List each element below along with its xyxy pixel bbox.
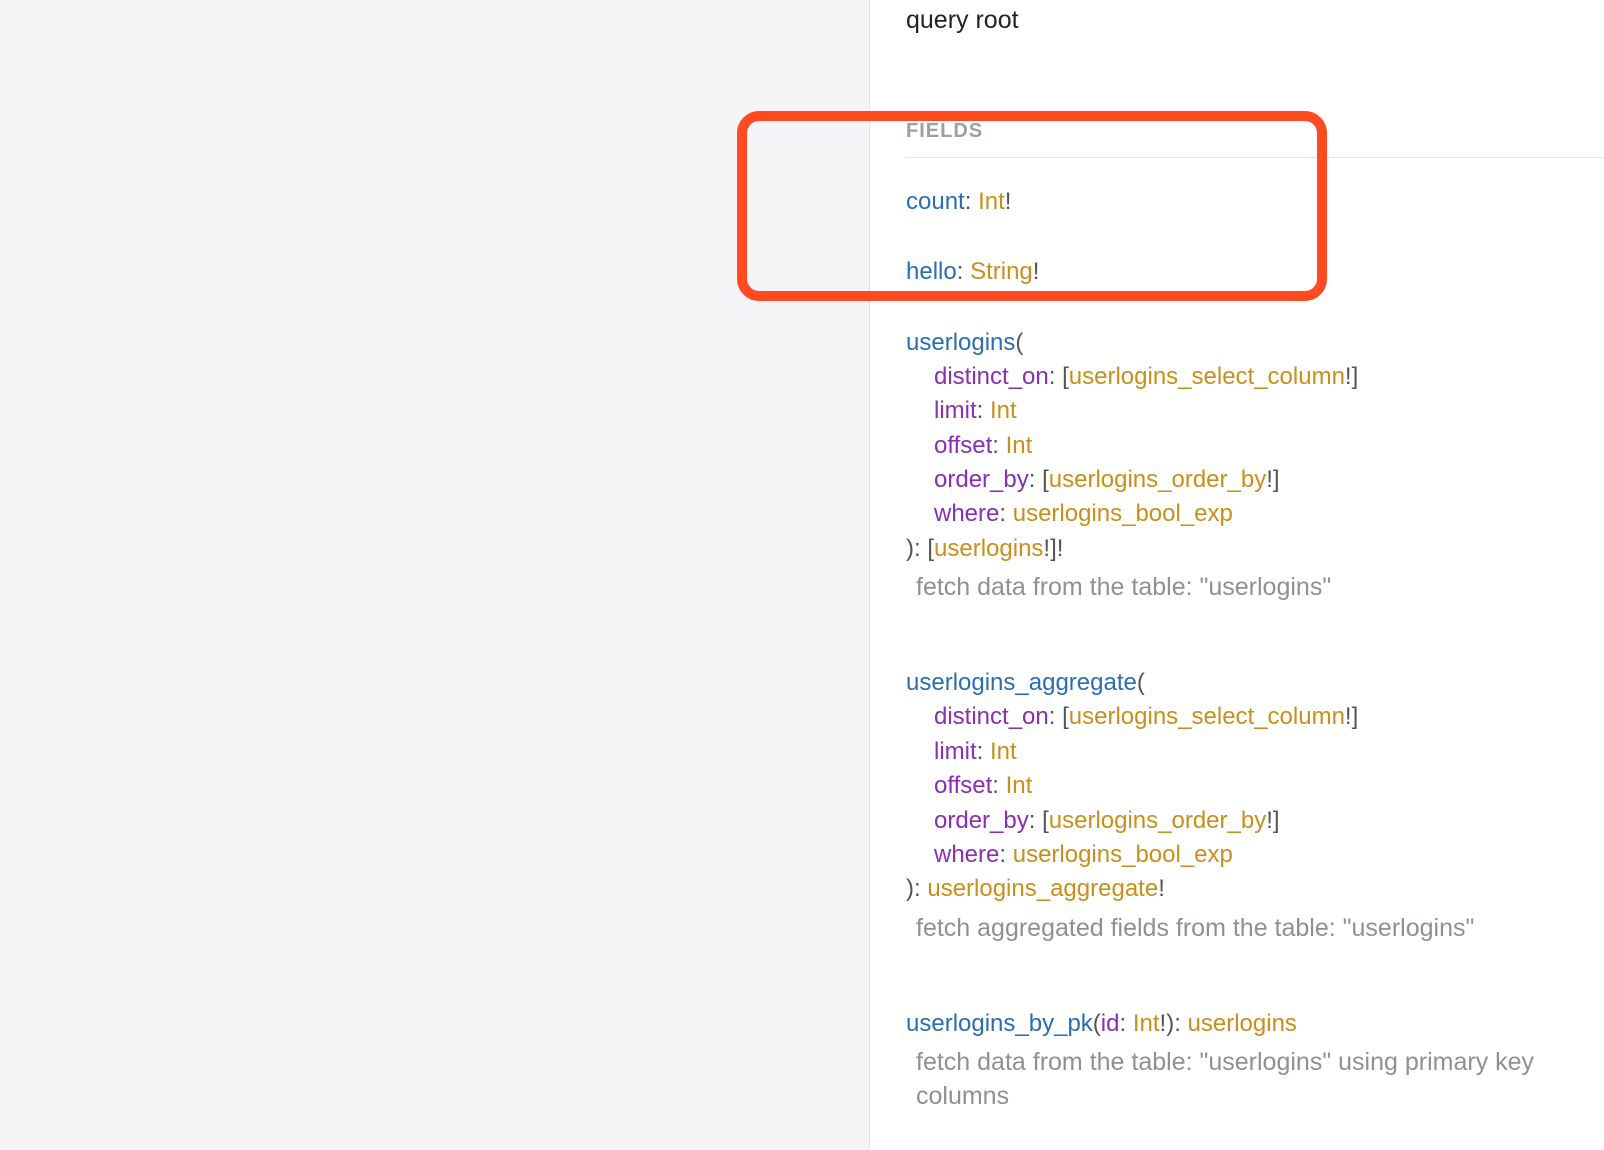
non-null-bang: ! xyxy=(1266,807,1273,834)
colon: : xyxy=(1049,363,1062,390)
close-bracket: ] xyxy=(1352,703,1359,730)
close-bracket: ] xyxy=(1050,535,1057,562)
field-name[interactable]: hello xyxy=(906,258,957,285)
colon: : xyxy=(1174,1010,1187,1037)
type-link[interactable]: userlogins xyxy=(1188,1010,1297,1037)
type-link[interactable]: Int xyxy=(1006,772,1033,799)
non-null-bang: ! xyxy=(1345,363,1352,390)
colon: : xyxy=(999,841,1012,868)
colon: : xyxy=(977,738,990,765)
field-description: fetch data from the table: "userlogins" xyxy=(906,567,1536,605)
arg-name[interactable]: id xyxy=(1101,1010,1120,1037)
type-link[interactable]: userlogins_bool_exp xyxy=(1013,500,1233,527)
field-name[interactable]: userlogins_aggregate xyxy=(906,669,1137,696)
type-description: query root xyxy=(906,0,1604,48)
close-paren: ) xyxy=(1166,1010,1174,1037)
field-userlogins-aggregate: userlogins_aggregate( distinct_on: [user… xyxy=(906,667,1604,945)
open-bracket: [ xyxy=(1062,363,1069,390)
type-link-int[interactable]: Int xyxy=(978,188,1005,215)
arg-name[interactable]: order_by xyxy=(934,807,1029,834)
open-bracket: [ xyxy=(927,535,934,562)
type-link[interactable]: userlogins_bool_exp xyxy=(1013,841,1233,868)
non-null-bang: ! xyxy=(1345,703,1352,730)
docs-pane[interactable]: query root FIELDS count: Int! hello: Str… xyxy=(870,0,1604,1150)
type-link[interactable]: Int xyxy=(1133,1010,1160,1037)
field-name[interactable]: userlogins_by_pk xyxy=(906,1010,1093,1037)
type-link[interactable]: userlogins_select_column xyxy=(1069,363,1345,390)
colon: : xyxy=(1049,703,1062,730)
non-null-bang: ! xyxy=(1158,875,1165,902)
colon: : xyxy=(977,397,990,424)
type-link[interactable]: Int xyxy=(990,397,1017,424)
arg-name[interactable]: offset xyxy=(934,432,992,459)
colon: : xyxy=(1119,1010,1132,1037)
open-bracket: [ xyxy=(1062,703,1069,730)
open-paren: ( xyxy=(1093,1010,1101,1037)
arg-name[interactable]: limit xyxy=(934,738,977,765)
arg-name[interactable]: offset xyxy=(934,772,992,799)
non-null-bang: ! xyxy=(1033,258,1040,285)
close-bracket: ] xyxy=(1273,807,1280,834)
arg-name[interactable]: where xyxy=(934,841,999,868)
colon: : xyxy=(1029,466,1042,493)
field-hello: hello: String! xyxy=(906,256,1604,288)
arg-name[interactable]: limit xyxy=(934,397,977,424)
non-null-bang: ! xyxy=(1266,466,1273,493)
fields-section-label: FIELDS xyxy=(906,118,1604,145)
colon: : xyxy=(914,535,927,562)
non-null-bang: ! xyxy=(1057,535,1064,562)
colon: : xyxy=(999,500,1012,527)
open-bracket: [ xyxy=(1042,807,1049,834)
type-link[interactable]: userlogins_aggregate xyxy=(927,875,1158,902)
colon: : xyxy=(992,772,1005,799)
close-paren: ) xyxy=(906,535,914,562)
colon: : xyxy=(992,432,1005,459)
open-paren: ( xyxy=(1137,669,1145,696)
field-name[interactable]: userlogins xyxy=(906,329,1015,356)
close-bracket: ] xyxy=(1352,363,1359,390)
type-link[interactable]: Int xyxy=(1006,432,1033,459)
field-count: count: Int! xyxy=(906,186,1604,218)
divider xyxy=(906,157,1604,158)
type-link[interactable]: userlogins_select_column xyxy=(1069,703,1345,730)
type-link[interactable]: userlogins xyxy=(934,535,1043,562)
open-paren: ( xyxy=(1015,329,1023,356)
field-userlogins: userlogins( distinct_on: [userlogins_sel… xyxy=(906,327,1604,605)
close-paren: ) xyxy=(906,875,914,902)
colon: : xyxy=(914,875,927,902)
arg-name[interactable]: where xyxy=(934,500,999,527)
arg-name[interactable]: distinct_on xyxy=(934,703,1049,730)
close-bracket: ] xyxy=(1273,466,1280,493)
colon: : xyxy=(957,258,970,285)
arg-name[interactable]: distinct_on xyxy=(934,363,1049,390)
non-null-bang: ! xyxy=(1005,188,1012,215)
type-link-string[interactable]: String xyxy=(970,258,1033,285)
arg-name[interactable]: order_by xyxy=(934,466,1029,493)
colon: : xyxy=(965,188,978,215)
field-description: fetch data from the table: "userlogins" … xyxy=(906,1042,1536,1114)
open-bracket: [ xyxy=(1042,466,1049,493)
type-link[interactable]: userlogins_order_by xyxy=(1049,466,1266,493)
editor-pane[interactable] xyxy=(0,0,870,1150)
colon: : xyxy=(1029,807,1042,834)
field-userlogins-by-pk: userlogins_by_pk(id: Int!): userlogins f… xyxy=(906,1008,1604,1114)
field-description: fetch aggregated fields from the table: … xyxy=(906,908,1536,946)
type-link[interactable]: Int xyxy=(990,738,1017,765)
field-name[interactable]: count xyxy=(906,188,965,215)
type-link[interactable]: userlogins_order_by xyxy=(1049,807,1266,834)
